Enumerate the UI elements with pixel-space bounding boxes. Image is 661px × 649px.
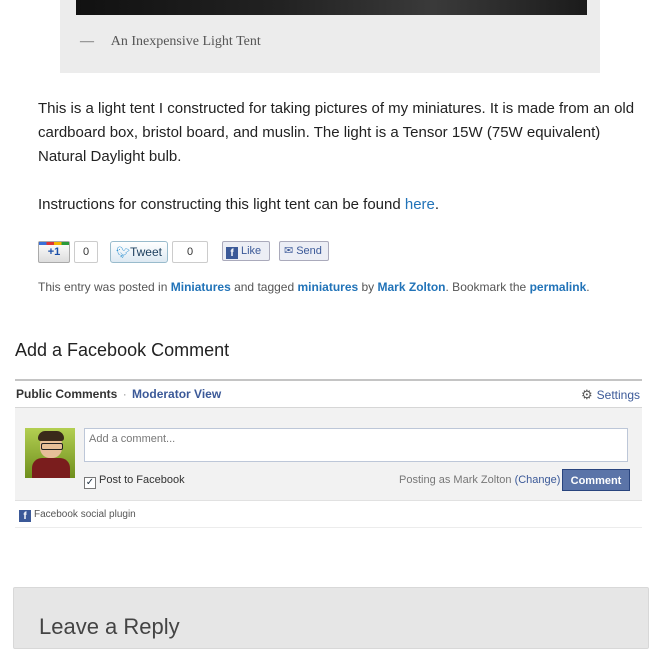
comment-button[interactable]: Comment: [562, 469, 630, 491]
tab-separator: ·: [122, 387, 127, 401]
post-to-facebook-checkbox[interactable]: ✓ Post to Facebook: [84, 474, 185, 489]
post-content: This is a light tent I constructed for t…: [38, 97, 638, 241]
tag-link[interactable]: miniatures: [297, 280, 358, 294]
permalink-link[interactable]: permalink: [530, 280, 587, 294]
google-plus-one-label: +1: [47, 246, 61, 258]
twitter-bird-icon: 🐦︎: [116, 247, 130, 259]
comment-composer: Add a comment... ✓ Post to Facebook Posti…: [15, 407, 642, 501]
avatar: [25, 428, 75, 478]
like-label: Like: [241, 245, 262, 257]
facebook-comments-heading: Add a Facebook Comment: [15, 340, 230, 360]
entry-meta: This entry was posted in Miniatures and …: [38, 280, 590, 294]
google-plus-count: 0: [74, 241, 98, 263]
caption-text: An Inexpensive Light Tent: [110, 34, 261, 49]
post-to-facebook-label: Post to Facebook: [99, 474, 185, 486]
comment-tabs: Public Comments · Moderator View: [16, 387, 221, 401]
plugin-label: Facebook social plugin: [34, 509, 136, 520]
image-caption: — An Inexpensive Light Tent: [80, 34, 261, 50]
change-user-link[interactable]: (Change): [515, 474, 561, 486]
entry-meta-end: .: [586, 280, 590, 294]
author-link[interactable]: Mark Zolton: [378, 280, 446, 294]
google-plus-one-button[interactable]: +1: [38, 241, 70, 263]
facebook-icon: f: [226, 247, 238, 259]
google-color-bar: [39, 242, 69, 245]
facebook-like-button[interactable]: f Like: [222, 241, 270, 261]
caption-dash: —: [80, 34, 94, 49]
entry-meta-by: by: [358, 280, 378, 294]
category-link[interactable]: Miniatures: [171, 280, 231, 294]
instructions-end: .: [434, 196, 440, 213]
facebook-icon: f: [19, 510, 31, 522]
tweet-count: 0: [172, 241, 208, 263]
settings-label: Settings: [596, 388, 640, 402]
entry-meta-tagged: and tagged: [230, 280, 298, 294]
checkmark-icon: ✓: [84, 477, 96, 489]
posting-as: Posting as Mark Zolton (Change): [399, 474, 560, 486]
send-icon: ✉: [284, 245, 294, 257]
instructions-text: Instructions for constructing this light…: [38, 196, 405, 213]
tab-moderator-view[interactable]: Moderator View: [132, 387, 221, 401]
avatar-shirt: [32, 458, 70, 478]
entry-meta-bookmark: . Bookmark the: [445, 280, 530, 294]
here-link[interactable]: here: [405, 196, 435, 213]
light-tent-photo[interactable]: [76, 0, 587, 15]
comment-input[interactable]: Add a comment...: [84, 428, 628, 462]
leave-reply-title: Leave a Reply: [39, 614, 180, 639]
facebook-send-button[interactable]: ✉ Send: [279, 241, 329, 261]
posting-as-text: Posting as Mark Zolton: [399, 474, 512, 486]
divider: [15, 379, 642, 381]
post-paragraph: This is a light tent I constructed for t…: [38, 100, 635, 165]
send-label: Send: [296, 245, 322, 257]
tweet-button[interactable]: 🐦︎Tweet: [110, 241, 168, 263]
divider: [15, 527, 642, 528]
avatar-glasses: [41, 443, 63, 450]
avatar-hair: [38, 431, 64, 441]
post-paragraph-instructions: Instructions for constructing this light…: [38, 193, 638, 217]
leave-reply-section: Leave a Reply: [13, 587, 649, 649]
gear-icon: ⚙: [580, 387, 593, 402]
tab-public-comments[interactable]: Public Comments: [16, 387, 117, 401]
facebook-comments-plugin: Public Comments · Moderator View ⚙ Settin…: [15, 379, 642, 529]
settings-link[interactable]: ⚙ Settings: [581, 387, 640, 403]
facebook-social-plugin-link[interactable]: f Facebook social plugin: [18, 509, 136, 522]
tweet-label: Tweet: [129, 245, 162, 259]
entry-meta-prefix: This entry was posted in: [38, 280, 171, 294]
